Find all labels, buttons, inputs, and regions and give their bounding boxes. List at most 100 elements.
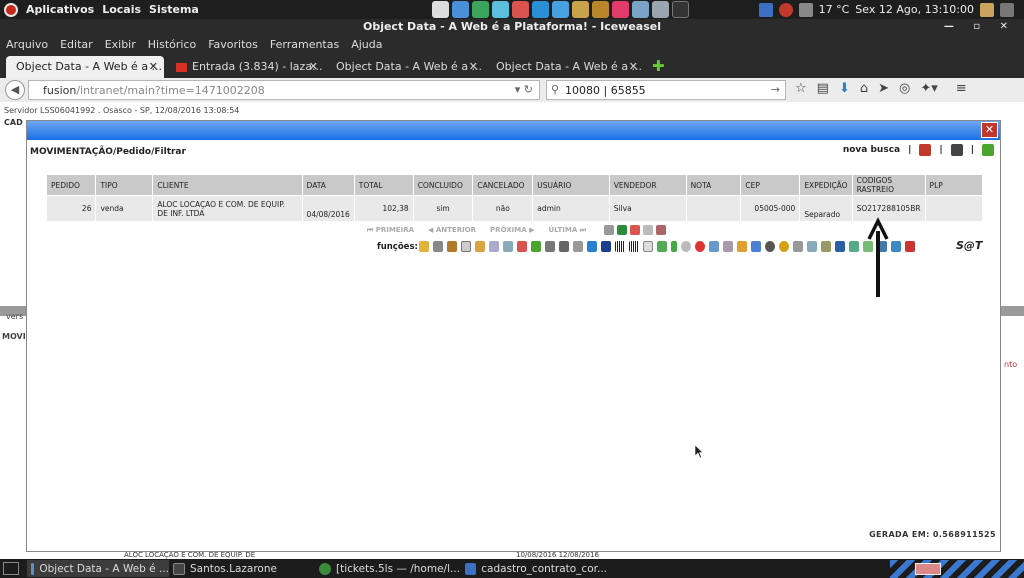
truck-icon[interactable]: [587, 241, 597, 252]
column-header[interactable]: CEP: [740, 174, 801, 196]
menu-exibir[interactable]: Exibir: [105, 38, 136, 51]
column-header[interactable]: PEDIDO: [45, 174, 97, 196]
tab-object-data-3[interactable]: Object Data - A Web é a ... ✕: [486, 56, 644, 78]
home-icon[interactable]: ⌂: [860, 81, 868, 96]
menu-historico[interactable]: Histórico: [148, 38, 196, 51]
column-header[interactable]: CONCLUIDO: [412, 174, 474, 196]
pager-last[interactable]: ÚLTIMA ⏭: [548, 226, 586, 235]
weather-text[interactable]: 17 °C: [819, 3, 850, 16]
close-tab-icon[interactable]: ✕: [149, 60, 158, 73]
url-bar[interactable]: fusion/intranet/main?time=1471002208 ▾ ↻: [28, 80, 540, 100]
debian-logo-icon[interactable]: [4, 2, 18, 17]
pdf-icon[interactable]: [919, 144, 932, 156]
print-icon[interactable]: [655, 225, 666, 235]
transfer-icon[interactable]: [849, 241, 859, 252]
launcher-icon[interactable]: [452, 1, 469, 18]
document-icon[interactable]: [461, 241, 471, 252]
back-button[interactable]: ◀: [5, 80, 25, 100]
mail-icon[interactable]: [709, 241, 719, 252]
table-row[interactable]: 26 venda ALOC LOCAÇAO E COM. DE EQUIP. D…: [45, 195, 984, 222]
pager-previous[interactable]: ◀ ANTERIOR: [428, 226, 476, 234]
new-tab-button[interactable]: ✚: [646, 57, 671, 78]
link-icon[interactable]: [905, 241, 915, 252]
folder-icon[interactable]: [475, 241, 485, 252]
launcher-icon[interactable]: [632, 1, 649, 18]
column-header[interactable]: PLP: [924, 174, 984, 196]
nova-busca-link[interactable]: nova busca: [843, 145, 900, 155]
column-header[interactable]: CLIENTE: [152, 174, 303, 196]
addon-icon[interactable]: ◎: [899, 81, 910, 96]
places-menu[interactable]: Locais: [102, 3, 141, 16]
menu-editar[interactable]: Editar: [60, 38, 93, 51]
printer-icon[interactable]: [559, 241, 569, 252]
dollar-icon[interactable]: [671, 241, 677, 252]
filezilla-icon[interactable]: [512, 1, 529, 18]
column-header[interactable]: NOTA: [685, 174, 742, 196]
sync-icon[interactable]: [531, 241, 541, 252]
exchange-icon[interactable]: [545, 241, 555, 252]
reload-icon[interactable]: ▾ ↻: [515, 83, 533, 96]
terminal-icon[interactable]: [672, 1, 689, 18]
page-icon[interactable]: [643, 241, 653, 252]
tab-object-data-2[interactable]: Object Data - A Web é a ... ✕: [326, 56, 484, 78]
search-input[interactable]: ⚲ 10080 | 65855 →: [546, 80, 786, 100]
launcher-icon[interactable]: [532, 1, 549, 18]
column-header[interactable]: CANCELADO: [472, 174, 534, 196]
taskbar-item-spreadsheet[interactable]: [tickets.5ls — /home/l...: [315, 560, 461, 577]
menu-ferramentas[interactable]: Ferramentas: [270, 38, 339, 51]
menu-favoritos[interactable]: Favoritos: [208, 38, 258, 51]
gear-icon[interactable]: [603, 225, 614, 235]
tray-icon[interactable]: [980, 2, 994, 17]
taskbar-item-browser[interactable]: Object Data - A Web é ...: [27, 560, 169, 577]
pencil-icon[interactable]: [419, 241, 429, 252]
gear-icon[interactable]: [793, 241, 803, 252]
taskbar-item-terminal[interactable]: Santos.Lazarone: [169, 560, 315, 577]
cross-icon[interactable]: [601, 241, 611, 252]
barcode2-icon[interactable]: [629, 241, 639, 252]
stop-icon[interactable]: [695, 241, 705, 252]
launcher-icon[interactable]: [612, 1, 629, 18]
tag2-icon[interactable]: [737, 241, 747, 252]
box-icon[interactable]: [447, 241, 457, 252]
barcode-icon[interactable]: [615, 241, 625, 252]
sheet-icon[interactable]: [657, 241, 667, 252]
search-go-icon[interactable]: →: [771, 83, 780, 96]
column-header[interactable]: USUÁRIO: [532, 174, 610, 196]
tab-object-data-1[interactable]: Object Data - A Web é a ... ✕: [6, 56, 164, 78]
tag-icon[interactable]: [723, 241, 733, 252]
users-icon[interactable]: [835, 241, 845, 252]
launcher-icon[interactable]: [652, 1, 669, 18]
refresh-icon[interactable]: [891, 241, 901, 252]
send-icon[interactable]: ➤: [878, 81, 889, 96]
column-header[interactable]: DATA: [301, 174, 355, 196]
copy-icon[interactable]: [489, 241, 499, 252]
volume-icon[interactable]: [798, 2, 813, 17]
column-header[interactable]: TIPO: [95, 174, 154, 196]
clock-text[interactable]: Sex 12 Ago, 13:10:00: [855, 3, 974, 16]
note-icon[interactable]: [821, 241, 831, 252]
coin-icon[interactable]: [779, 241, 789, 252]
refresh-icon[interactable]: [982, 144, 994, 156]
menu-arquivo[interactable]: Arquivo: [6, 38, 48, 51]
sat-label[interactable]: S@T: [956, 239, 982, 252]
launcher-icon[interactable]: [432, 1, 449, 18]
pager-first[interactable]: ⏮ PRIMEIRA: [367, 226, 414, 235]
bookmark-star-icon[interactable]: ☆: [795, 81, 807, 96]
taskbar-item-document[interactable]: cadastro_contrato_cor...: [461, 560, 607, 577]
cell-pedido[interactable]: 26: [45, 195, 97, 222]
play-icon[interactable]: [765, 241, 775, 252]
excel-icon[interactable]: [616, 225, 627, 235]
youtube-icon[interactable]: [950, 144, 963, 156]
close-tab-icon[interactable]: ✕: [309, 60, 318, 73]
launcher-icon[interactable]: [472, 1, 489, 18]
close-tab-icon[interactable]: ✕: [469, 60, 478, 73]
applications-menu[interactable]: Aplicativos: [26, 3, 94, 16]
close-tab-icon[interactable]: ✕: [629, 60, 638, 73]
calculator-icon[interactable]: [503, 241, 513, 252]
column-header[interactable]: EXPEDIÇÃO: [799, 174, 853, 196]
show-desktop-button[interactable]: [3, 562, 19, 575]
pdf-icon[interactable]: [517, 241, 527, 252]
lock-icon[interactable]: [758, 2, 773, 17]
magnifier-icon[interactable]: [433, 241, 443, 252]
launcher-icon[interactable]: [592, 1, 609, 18]
